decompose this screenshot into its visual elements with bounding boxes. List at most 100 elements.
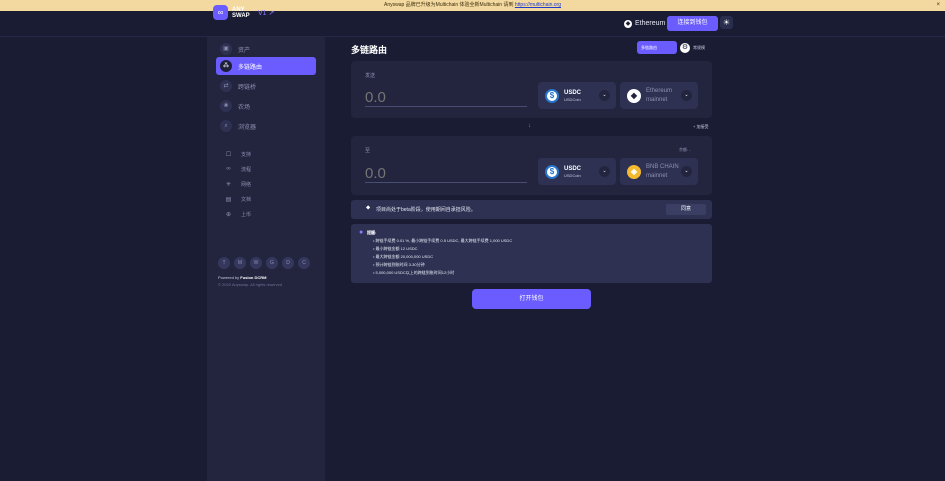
to-chain-selector[interactable]: ◈ BNB CHAIN mainnet ⌄ [620, 158, 698, 185]
tips-list: 跨链手续费 0.01 %, 最小跨链手续费 0.5 USDC, 最大跨链手续费 … [373, 237, 513, 277]
from-card: 发送 $ USDC USDCoin ⌄ ◆ Ethereum mainnet ⌄ [351, 61, 712, 118]
ethereum-icon: ◆ [624, 19, 632, 28]
top-header [0, 11, 945, 37]
sidebar: ▣ 资产 ⁂ 多链路由 ⇄ 跨链桥 ❀ 农场 ⌕ 浏览器 ☐ 支持 ∞ 流程 ✳… [207, 37, 325, 481]
beta-notice: ⬥ 项目尚处于beta阶段，使用期间自承担风险。 同意 [351, 200, 712, 219]
network-selector[interactable]: ◆ Ethereum [624, 17, 665, 30]
medium-icon[interactable]: M [234, 257, 246, 269]
support-icon: ☐ [225, 151, 232, 158]
powered-by: Powered by Fusion DCRM [218, 275, 266, 280]
network-name: Ethereum [635, 20, 666, 27]
sidebar-sub-listing[interactable]: ⊕ 上币 [225, 209, 251, 219]
bridge-icon: ⇄ [220, 80, 232, 92]
sidebar-sub-network[interactable]: ✳ 网络 [225, 179, 251, 189]
agree-button[interactable]: 同意 [666, 204, 706, 215]
sidebar-sub-label: 网络 [241, 181, 252, 188]
to-label: 至 [365, 148, 371, 154]
close-icon[interactable]: × [936, 0, 940, 11]
logo-text: ANY SWAP [232, 6, 250, 19]
list-item: 5,000,000 USDC以上的跨链到账时间12小时 [373, 269, 512, 277]
powered-name[interactable]: Fusion DCRM [240, 275, 266, 280]
explorer-icon: ⌕ [220, 120, 232, 132]
telegram-icon[interactable]: T [218, 257, 230, 269]
sidebar-item-label: 跨链桥 [238, 84, 257, 91]
tips-title: 提醒: [367, 230, 377, 235]
sidebar-item-label: 资产 [238, 47, 251, 54]
mode-regular-option[interactable]: 常规模 [693, 45, 705, 51]
sidebar-sub-label: 文档 [241, 196, 252, 203]
usdc-icon: $ [545, 88, 559, 103]
pin-icon: ● [359, 229, 364, 236]
sidebar-item-label: 多链路由 [238, 64, 263, 71]
discord-icon[interactable]: D [282, 257, 294, 269]
github-icon[interactable]: G [266, 257, 278, 269]
from-chain-selector[interactable]: ◆ Ethereum mainnet ⌄ [620, 82, 698, 109]
connect-wallet-button[interactable]: 连接到钱包 [667, 16, 718, 31]
anyswap-logo-icon: ∞ [213, 5, 228, 20]
page-title: 多链路由 [351, 45, 388, 55]
tips-panel: ● 提醒: 跨链手续费 0.01 %, 最小跨链手续费 0.5 USDC, 最大… [351, 224, 712, 283]
mode-toggle[interactable]: 多链路由 ⚙ 常规模 [637, 41, 705, 54]
sidebar-item-label: 浏览器 [238, 124, 257, 131]
sidebar-item-assets[interactable]: ▣ 资产 [216, 40, 316, 58]
sidebar-sub-label: 支持 [241, 151, 252, 158]
router-icon: ⁂ [220, 60, 232, 72]
listing-icon: ⊕ [225, 211, 232, 218]
network-icon: ✳ [225, 181, 232, 188]
chevron-down-icon: ⌄ [681, 166, 692, 177]
token-name: USDCoin [564, 96, 581, 102]
bnb-icon: ◈ [627, 164, 641, 179]
token-name: USDCoin [564, 172, 581, 178]
sun-icon[interactable]: ☀ [720, 16, 733, 29]
to-amount-input[interactable] [365, 164, 527, 183]
version-link[interactable]: V1 ↗ [258, 9, 274, 17]
list-item: 最小跨链金额 12 USDC [373, 245, 512, 253]
sidebar-sub-process[interactable]: ∞ 流程 [225, 164, 251, 174]
farm-icon: ❀ [220, 100, 232, 112]
social-links: T M W G D C [218, 257, 310, 269]
banner-text: Anyswap 品牌已升级为Multichain 体验全新Multichain … [383, 2, 514, 8]
coinmarketcap-icon[interactable]: C [298, 257, 310, 269]
arrow-down-icon[interactable]: ↓ [528, 123, 531, 129]
list-item: 预计跨链到账时间 3-30分钟 [373, 261, 512, 269]
powered-prefix: Powered by [218, 275, 240, 280]
copyright: © 2020 Anyswap. All rights reserved [218, 282, 283, 287]
sidebar-sub-label: 上币 [241, 211, 252, 218]
banner-link[interactable]: https://multichain.org [515, 2, 561, 8]
sidebar-item-explorer[interactable]: ⌕ 浏览器 [216, 117, 316, 135]
from-amount-input[interactable] [365, 88, 527, 107]
sidebar-sub-support[interactable]: ☐ 支持 [225, 149, 251, 159]
announcement-banner: Anyswap 品牌已升级为Multichain 体验全新Multichain … [0, 0, 945, 11]
list-item: 最大跨链金额 20,000,000 USDC [373, 253, 512, 261]
chain-name: Ethereum [646, 88, 673, 94]
docs-icon: ▤ [225, 196, 232, 203]
chain-name: BNB CHAIN [646, 164, 679, 170]
from-token-selector[interactable]: $ USDC USDCoin ⌄ [538, 82, 616, 109]
twitter-icon[interactable]: W [250, 257, 262, 269]
chain-network: mainnet [646, 97, 668, 103]
assets-icon: ▣ [220, 43, 232, 55]
chain-network: mainnet [646, 173, 668, 179]
balance-label: 余额: - [679, 147, 691, 152]
token-symbol: USDC [564, 89, 582, 96]
notice-text: 项目尚处于beta阶段，使用期间自承担风险。 [376, 207, 476, 213]
usdc-icon: $ [545, 164, 559, 179]
from-label: 发送 [365, 73, 376, 79]
add-recipient-button[interactable]: + 加接受 [693, 124, 708, 130]
logo[interactable]: ∞ ANY SWAP V1 ↗ [213, 5, 274, 20]
sidebar-item-router[interactable]: ⁂ 多链路由 [216, 57, 316, 75]
to-card: 至 $ USDC USDCoin ⌄ ◈ BNB CHAIN mainnet ⌄ [351, 136, 712, 195]
sidebar-item-bridge[interactable]: ⇄ 跨链桥 [216, 77, 316, 95]
shield-icon: ⬥ [366, 205, 371, 211]
ethereum-icon: ◆ [627, 88, 641, 103]
settings-icon[interactable]: ⚙ [680, 42, 690, 53]
to-token-selector[interactable]: $ USDC USDCoin ⌄ [538, 158, 616, 185]
mode-router-option[interactable]: 多链路由 [637, 41, 677, 54]
sidebar-sub-label: 流程 [241, 166, 252, 173]
chevron-down-icon: ⌄ [599, 166, 610, 177]
sidebar-sub-docs[interactable]: ▤ 文档 [225, 194, 251, 204]
sidebar-item-farm[interactable]: ❀ 农场 [216, 97, 316, 115]
open-wallet-button[interactable]: 打开钱包 [472, 289, 591, 309]
process-icon: ∞ [226, 166, 231, 172]
token-symbol: USDC [564, 165, 582, 172]
